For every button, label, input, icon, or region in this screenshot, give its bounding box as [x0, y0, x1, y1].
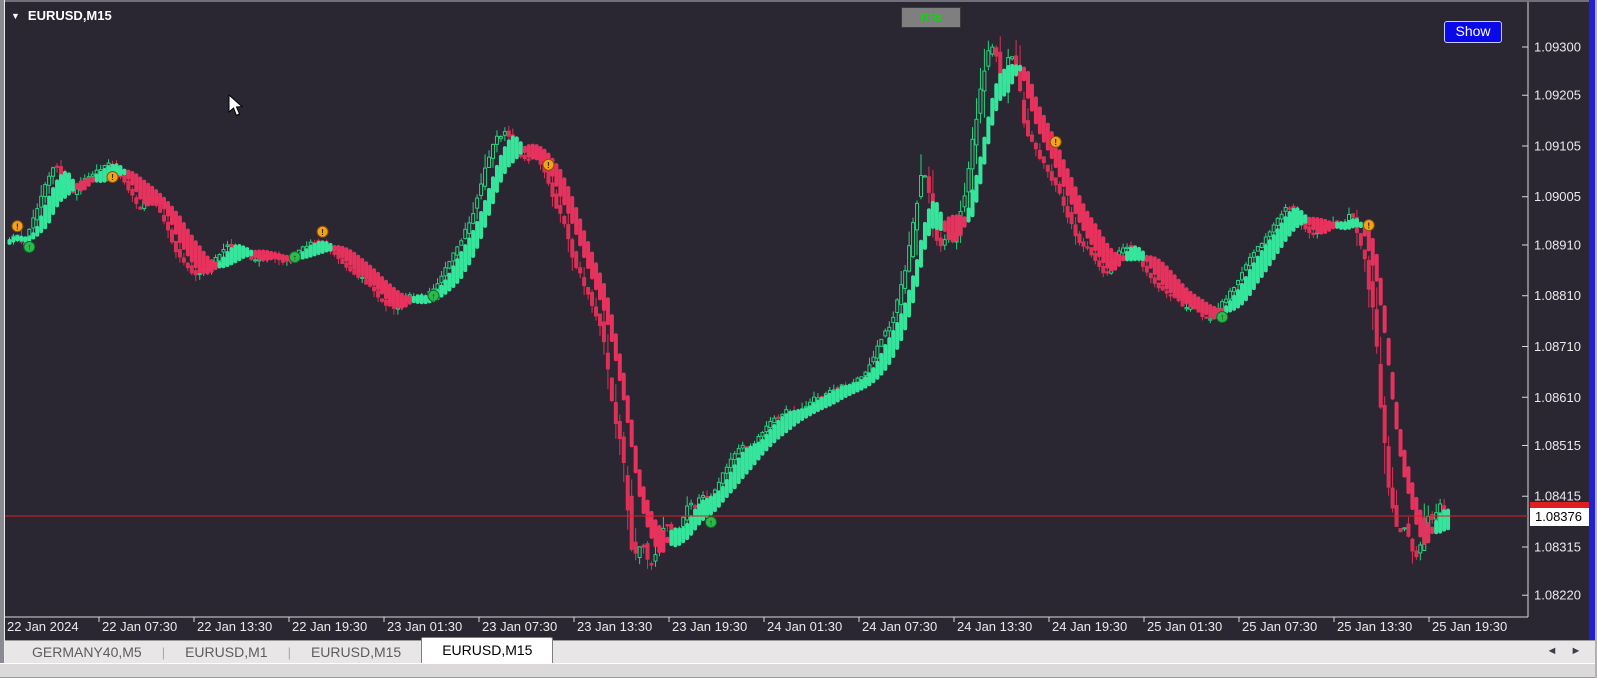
svg-text:!: ! [1367, 220, 1370, 230]
window-bottom-strip [0, 663, 1597, 678]
sell-signal-icon: ! [316, 225, 329, 238]
chart-tab-eurusd-m1[interactable]: EURUSD,M1 [165, 641, 287, 663]
svg-text:↑: ↑ [709, 517, 713, 527]
price-axis-label: 1.08810 [1534, 288, 1581, 303]
svg-text:↑: ↑ [27, 242, 31, 252]
svg-text:!: ! [321, 227, 324, 237]
price-axis-label: 1.08910 [1534, 237, 1581, 252]
svg-text:↑: ↑ [1220, 312, 1224, 322]
sell-signal-icon: ! [11, 220, 24, 233]
time-axis-label: 24 Jan 19:30 [1052, 619, 1127, 634]
svg-text:!: ! [547, 160, 550, 170]
buy-signal-icon: ↑ [288, 251, 301, 264]
time-axis-label: 23 Jan 19:30 [672, 619, 747, 634]
time-axis-label: 22 Jan 13:30 [197, 619, 272, 634]
time-axis-label: 22 Jan 07:30 [102, 619, 177, 634]
price-axis-label: 1.09005 [1534, 189, 1581, 204]
price-axis-label: 1.08515 [1534, 438, 1581, 453]
time-axis-label: 23 Jan 07:30 [482, 619, 557, 634]
price-axis-label: 1.08710 [1534, 339, 1581, 354]
buy-signal-icon: ↑ [23, 240, 36, 253]
sell-signal-icon: ! [542, 158, 555, 171]
chart-tabbar: GERMANY40,M5 | EURUSD,M1 | EURUSD,M15 EURUSD,… [0, 637, 1597, 664]
time-axis-label: 24 Jan 01:30 [767, 619, 842, 634]
time-axis-label: 25 Jan 01:30 [1147, 619, 1222, 634]
svg-text:↑: ↑ [293, 252, 297, 262]
buy-signal-icon: ↑ [427, 289, 440, 302]
time-axis-label: 25 Jan 07:30 [1242, 619, 1317, 634]
ma-ribbon-layer [7, 63, 1451, 554]
chart-tab-eurusd-m15[interactable]: EURUSD,M15 [291, 641, 421, 663]
mouse-cursor [228, 94, 244, 117]
price-axis-label: 1.08315 [1534, 539, 1581, 554]
tab-scroll-left-icon[interactable]: ◄ [1543, 645, 1561, 657]
tab-scroll-right-icon[interactable]: ► [1567, 645, 1585, 657]
time-axis-label: 22 Jan 2024 [7, 619, 79, 634]
time-axis-label: 24 Jan 07:30 [862, 619, 937, 634]
chart-tab-eurusd-m15[interactable]: EURUSD,M15 [421, 637, 554, 664]
show-button[interactable]: Show [1444, 21, 1502, 43]
time-axis-label: 25 Jan 13:30 [1337, 619, 1412, 634]
terminal-window: 1.09300 1.09205 1.09105 1.09005 1.08910 1.088… [0, 0, 1597, 678]
window-top-edge [0, 0, 1597, 2]
chevron-down-icon[interactable]: ▼ [11, 11, 20, 21]
time-axis-label: 23 Jan 01:30 [387, 619, 462, 634]
time-axis-label: 22 Jan 19:30 [292, 619, 367, 634]
svg-text:!: ! [1054, 137, 1057, 147]
price-axis-label: 1.09105 [1534, 138, 1581, 153]
sell-signal-icon: ! [106, 170, 119, 183]
ma-indicator-badge[interactable]: ma [901, 7, 961, 28]
price-axis-label: 1.08610 [1534, 390, 1581, 405]
current-price-label: 1.08376 [1530, 508, 1592, 526]
symbol-label: EURUSD,M15 [27, 8, 112, 23]
buy-signal-icon: ↑ [1216, 311, 1229, 324]
buy-signal-icon: ↑ [704, 516, 717, 529]
svg-text:↑: ↑ [431, 291, 435, 301]
price-axis-label: 1.08220 [1534, 588, 1581, 603]
chart-tab-germany40-m5[interactable]: GERMANY40,M5 [12, 641, 162, 663]
time-axis-label: 24 Jan 13:30 [957, 619, 1032, 634]
chart-symbol-title: ▼ EURUSD,M15 [11, 8, 112, 23]
time-axis-label: 25 Jan 19:30 [1432, 619, 1507, 634]
window-left-edge [0, 0, 5, 663]
sell-signal-icon: ! [1049, 135, 1062, 148]
time-axis-label: 23 Jan 13:30 [577, 619, 652, 634]
svg-text:!: ! [111, 172, 114, 182]
sell-signal-icon: ! [1362, 219, 1375, 232]
svg-text:!: ! [16, 221, 19, 231]
price-axis-label: 1.09300 [1534, 40, 1581, 55]
price-axis-label: 1.09205 [1534, 88, 1581, 103]
